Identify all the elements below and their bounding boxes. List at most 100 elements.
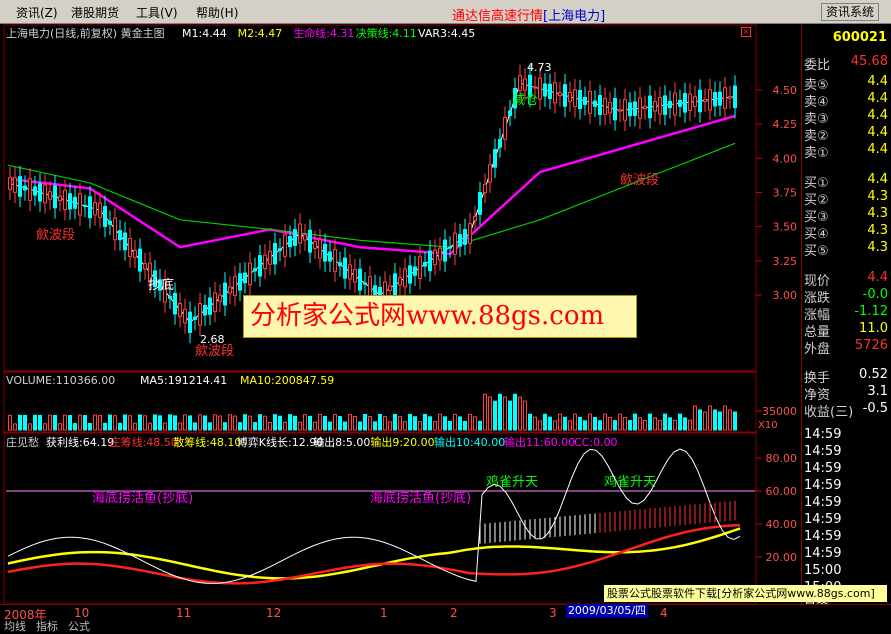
menu-item-hk-futures[interactable]: 港股期货: [71, 4, 119, 21]
volume-bar: [648, 413, 652, 431]
candle-body: [253, 268, 257, 272]
candle-body: [223, 282, 227, 306]
volume-bar: [548, 416, 552, 431]
tab-formula[interactable]: 公式: [68, 618, 90, 634]
volume-ma5: MA5:191214.41: [140, 374, 227, 387]
candle-body: [53, 185, 57, 209]
buy-row-value: 4.4: [867, 172, 888, 187]
lower-tick-label: 20.00: [766, 551, 798, 564]
sell-row[interactable]: 卖⑤ 4.4: [802, 74, 891, 93]
candle-body: [428, 250, 432, 272]
volume-bar: [138, 414, 142, 431]
candle-body: [708, 89, 712, 111]
volume-scale-label: X10: [758, 420, 778, 431]
candle-body: [483, 183, 487, 193]
volume-bar: [253, 422, 257, 431]
stat2-row[interactable]: 收益(三) -0.5: [802, 401, 891, 420]
volume-bar: [408, 413, 412, 431]
candle-body: [388, 285, 392, 291]
volume-bar: [48, 414, 52, 431]
candle-body: [208, 297, 212, 315]
sell-row[interactable]: 卖③ 4.4: [802, 108, 891, 127]
candle-body: [93, 202, 97, 216]
sell-row[interactable]: 卖④ 4.4: [802, 91, 891, 110]
volume-bar: [718, 411, 722, 431]
volume-bar: [558, 413, 562, 431]
buy-row[interactable]: 买① 4.4: [802, 172, 891, 191]
candle-body: [498, 139, 502, 148]
candle-body: [203, 304, 207, 316]
volume-bar: [383, 416, 387, 431]
volume-bar: [338, 415, 342, 431]
stat-row[interactable]: 总量 11.0: [802, 321, 891, 340]
volume-bar: [153, 414, 157, 431]
candle-body: [38, 183, 42, 202]
buy-row[interactable]: 买② 4.3: [802, 189, 891, 208]
candle-body: [668, 100, 672, 109]
lower-indicator: 输出8:5.00: [313, 435, 370, 449]
volume-bar: [348, 414, 352, 431]
buy-row-value: 4.3: [867, 189, 888, 204]
tab-ma[interactable]: 均线: [4, 618, 26, 634]
volume-bar: [173, 415, 177, 431]
candle-body: [58, 195, 62, 202]
stat-row[interactable]: 现价 4.4: [802, 270, 891, 289]
volume-bar: [38, 414, 42, 431]
volume-bar: [248, 415, 252, 431]
volume-bar: [363, 414, 367, 431]
yellow-curve: [7, 527, 741, 580]
candle-body: [43, 184, 47, 204]
volume-bar: [183, 414, 187, 431]
sell-row[interactable]: 卖① 4.4: [802, 142, 891, 161]
tab-indicator[interactable]: 指标: [36, 618, 58, 634]
volume-bar: [163, 422, 167, 431]
candle-body: [578, 90, 582, 110]
candle-body: [353, 269, 357, 283]
volume-bar: [528, 413, 532, 431]
volume-bar: [483, 393, 487, 431]
weibi-row[interactable]: 委比 45.68: [802, 54, 891, 73]
stat2-row-value: 0.52: [859, 367, 888, 382]
stat-row[interactable]: 涨跌 -0.0: [802, 287, 891, 306]
volume-bar: [453, 413, 457, 431]
volume-bar: [588, 413, 592, 431]
volume-bar: [358, 421, 362, 431]
timeline-bar[interactable]: 2008年 10 11 12 1 2 3 4: [0, 604, 891, 633]
stat2-row[interactable]: 净资 3.1: [802, 384, 891, 403]
news-system-button[interactable]: 资讯系统: [821, 3, 879, 21]
candle-body: [688, 93, 692, 111]
menu-item-tools[interactable]: 工具(V): [136, 4, 178, 21]
ad-banner[interactable]: 股票公式股票软件下载[分析家公式网www.88gs.com]: [604, 585, 887, 602]
volume-bar: [28, 423, 32, 431]
candle-body: [168, 296, 172, 299]
stat2-row[interactable]: 换手 0.52: [802, 367, 891, 386]
candle-body: [438, 247, 442, 261]
sell-row-value: 4.4: [867, 142, 888, 157]
buy-row[interactable]: 买⑤ 4.3: [802, 240, 891, 259]
candle-body: [628, 102, 632, 117]
stat-row[interactable]: 涨幅 -1.12: [802, 304, 891, 323]
volume-bar: [683, 417, 687, 431]
menu-item-help[interactable]: 帮助(H): [196, 4, 238, 21]
volume-bar: [668, 417, 672, 431]
volume-bar: [478, 420, 482, 431]
volume-bar: [258, 414, 262, 431]
sell-row[interactable]: 卖② 4.4: [802, 125, 891, 144]
candle-body: [78, 193, 82, 216]
volume-bar: [333, 414, 337, 431]
volume-bar: [193, 422, 197, 431]
window-title-code: [上海电力]: [543, 9, 606, 24]
volume-bar: [463, 420, 467, 431]
main-annotation: 抄底: [148, 277, 174, 293]
volume-bar: [33, 414, 37, 431]
stat-row[interactable]: 外盘 5726: [802, 338, 891, 357]
buy-row[interactable]: 买③ 4.3: [802, 206, 891, 225]
stat-row-value: -0.0: [862, 287, 888, 302]
close-icon[interactable]: ×: [741, 27, 751, 37]
cursor-date: 2009/03/05/四: [566, 604, 648, 618]
candle-body: [108, 220, 112, 225]
volume-bar: [103, 422, 107, 431]
buy-row[interactable]: 买④ 4.3: [802, 223, 891, 242]
weibi-row-value: 45.68: [850, 54, 888, 69]
menu-item-info[interactable]: 资讯(Z): [16, 4, 58, 21]
